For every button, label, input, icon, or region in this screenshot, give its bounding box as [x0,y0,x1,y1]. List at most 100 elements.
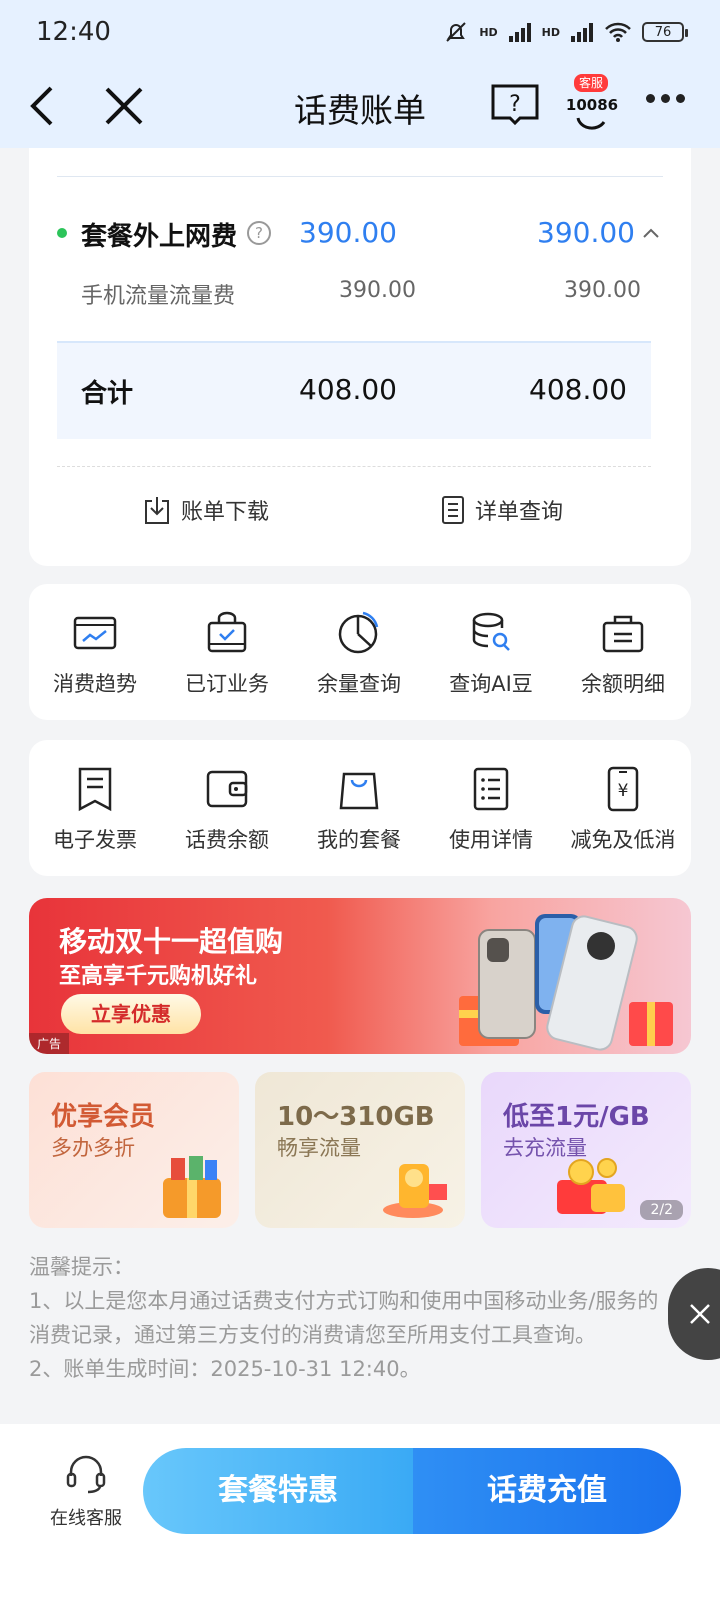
carousel-pager: 2/2 [640,1200,683,1220]
close-icon [690,1304,710,1324]
cs-badge: 客服 [574,74,609,92]
dashed-divider [57,466,651,467]
help-book-icon: ? [491,84,539,126]
wallet-icon [206,770,248,808]
pie-chart-icon [338,611,379,654]
grid-item-e-invoice[interactable]: 电子发票 [29,766,161,876]
total-row: 合计 408.00 408.00 [57,341,651,439]
tips-section: 温馨提示： 1、以上是您本月通过话费支付方式订购和使用中国移动业务/服务的消费记… [29,1250,679,1386]
status-icons: HD HD 76 [443,19,688,45]
divider [57,176,663,177]
service-grid-2: 电子发票 话费余额 我的套餐 使用详情 ¥ 减免及低消 [29,740,691,876]
svg-text:?: ? [509,92,521,117]
grid-item-label: 已订业务 [185,672,269,696]
grid-item-subscribed[interactable]: 已订业务 [161,610,293,720]
bill-download-label: 账单下载 [181,500,270,525]
grid-item-consumption-trend[interactable]: 消费趋势 [29,610,161,720]
subscribed-bag-icon [207,611,247,653]
recharge-button[interactable]: 话费充值 [413,1448,681,1534]
promo-tile-recharge[interactable]: 低至1元/GB 去充流量 2/2 [481,1072,691,1228]
banner-title: 移动双十一超值购 [59,925,284,958]
grid-item-balance-query[interactable]: 余量查询 [293,610,425,720]
promo-title: 低至1元/GB [503,1102,650,1132]
more-menu-button[interactable] [646,94,685,103]
svg-text:¥: ¥ [618,781,629,801]
download-icon [145,497,169,524]
list-icon [473,767,509,811]
bill-card: 套餐外上网费 ? 390.00 390.00 手机流量流量费 390.00 39… [29,148,691,566]
bill-sub-value-1: 390.00 [339,278,416,303]
status-bar: 12:40 HD HD 76 [0,0,720,64]
grid-item-label: 我的套餐 [317,828,401,852]
banner-subtitle: 至高享千元购机好礼 [59,964,258,989]
bill-download-button[interactable]: 账单下载 [143,494,269,526]
more-dot-icon [646,94,655,103]
bill-item-row[interactable]: 套餐外上网费 ? 390.00 390.00 [57,216,663,260]
tips-heading: 温馨提示： [29,1255,134,1279]
bill-item-label: 套餐外上网费 [81,222,238,252]
document-list-icon [442,496,464,524]
plan-offer-button[interactable]: 套餐特惠 [143,1448,413,1534]
detail-query-button[interactable]: 详单查询 [441,494,563,526]
network-hd-label-1: HD [479,25,498,39]
grid-item-label: 消费趋势 [53,672,137,696]
cs-number: 10086 [565,96,619,114]
shopping-bag-icon [339,772,379,810]
promo-title: 优享会员 [51,1102,156,1132]
status-dot [57,228,67,238]
grid-item-my-plan[interactable]: 我的套餐 [293,766,425,876]
network-hd-label-2: HD [541,25,560,39]
invoice-icon [78,767,112,812]
headset-arc-icon [576,117,606,130]
total-value-2: 408.00 [529,373,627,406]
grid-item-label: 使用详情 [449,828,533,852]
question-icon[interactable]: ? [247,221,271,245]
banner-cta-button[interactable]: 立享优惠 [61,994,201,1034]
promo-subtitle: 畅享流量 [277,1136,361,1160]
tips-line-2: 2、账单生成时间：2025-10-31 12:40。 [29,1357,421,1381]
promo-tile-member[interactable]: 优享会员 多办多折 [29,1072,239,1228]
online-service-label: 在线客服 [50,1508,122,1529]
signal-icon-2 [571,23,593,42]
chevron-up-icon [643,228,659,238]
grid-item-discount[interactable]: ¥ 减免及低消 [557,766,689,876]
help-book-button[interactable]: ? [490,80,540,128]
bottom-action-bar: 在线客服 套餐特惠 话费充值 [0,1424,720,1600]
total-value-1: 408.00 [299,373,397,406]
promo-subtitle: 多办多折 [51,1136,135,1160]
trend-icon [73,616,117,650]
phones-illustration [459,914,673,1051]
grid-item-usage-detail[interactable]: 使用详情 [425,766,557,876]
online-service-button[interactable]: 在线客服 [46,1454,126,1530]
grid-item-label: 话费余额 [185,828,269,852]
promo-banner[interactable]: 移动双十一超值购 至高享千元购机好礼 立享优惠 广告 [29,898,691,1054]
service-grid-1: 消费趋势 已订业务 余量查询 查询AI豆 余额明细 [29,584,691,720]
phone-yuan-icon: ¥ [607,766,639,812]
battery-indicator: 76 [642,22,688,42]
bill-item-value-2: 390.00 [537,216,635,249]
total-label: 合计 [81,379,134,409]
more-dot-icon [676,94,685,103]
grid-item-label: 余额明细 [581,672,665,696]
bill-item-value-1: 390.00 [299,216,397,249]
mute-bell-icon [446,22,467,42]
nav-bar: 话费账单 ? 客服 10086 [0,64,720,148]
grid-item-label: 减免及低消 [570,828,676,852]
wifi-icon [605,22,631,42]
grid-item-phone-balance[interactable]: 话费余额 [161,766,293,876]
detail-query-label: 详单查询 [475,500,564,525]
ad-label: 广告 [29,1033,70,1054]
customer-service-button[interactable]: 客服 10086 [562,74,622,134]
gift-box-illustration [163,1156,221,1218]
grid-item-balance-detail[interactable]: 余额明细 [557,610,689,720]
red-envelope-coins-illustration [557,1158,625,1214]
balance-bag-icon [602,615,644,653]
grid-item-label: 余量查询 [317,672,401,696]
traffic-gift-illustration [383,1164,447,1218]
coins-search-icon [472,612,510,651]
bill-sub-value-2: 390.00 [564,278,641,303]
bill-sub-label: 手机流量流量费 [81,284,236,309]
tips-line-1: 1、以上是您本月通过话费支付方式订购和使用中国移动业务/服务的消费记录，通过第三… [29,1289,659,1347]
promo-tile-traffic[interactable]: 10～310GB 畅享流量 [255,1072,465,1228]
grid-item-ai-beans[interactable]: 查询AI豆 [425,610,557,720]
